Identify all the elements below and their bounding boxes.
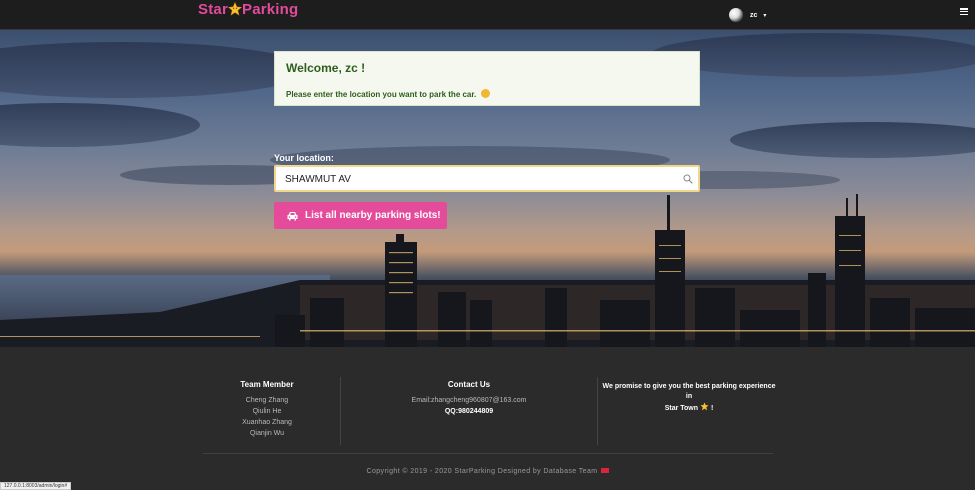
smiley-icon [480, 89, 490, 98]
team-member-heading: Team Member [240, 380, 294, 389]
list-parking-slots-label: List all nearby parking slots! [305, 210, 441, 221]
promise-end: ! [710, 405, 714, 412]
promise-line1: We promise to give you the best parking … [602, 383, 776, 400]
brand-star-text: Star [198, 1, 228, 18]
team-member-name: Qiulin He [252, 408, 282, 415]
hamburger-icon[interactable] [960, 8, 968, 16]
star-icon [700, 402, 709, 411]
welcome-message-text: Please enter the location you want to pa… [286, 90, 477, 99]
footer-divider [597, 377, 598, 445]
browser-status-url: 127.0.0.1:8003/admin/login# [0, 482, 72, 490]
location-label: Your location: [274, 153, 334, 163]
promise-line2: Star Town [664, 405, 699, 412]
username-label[interactable]: zc [750, 12, 757, 19]
list-parking-slots-button[interactable]: List all nearby parking slots! [274, 202, 447, 229]
welcome-message: Please enter the location you want to pa… [286, 89, 490, 99]
brand-logo[interactable]: Star Parking [198, 1, 298, 19]
promise-text: We promise to give you the best parking … [602, 382, 776, 414]
location-search-box[interactable] [274, 165, 700, 192]
footer-divider [340, 377, 341, 445]
top-navbar: Star Parking zc ▾ [0, 0, 975, 30]
welcome-card: Welcome, zc ! Please enter the location … [274, 51, 700, 106]
copyright-text: Copyright © 2019 - 2020 StarParking Desi… [0, 468, 975, 475]
team-member-name: Qianjin Wu [249, 430, 285, 437]
team-member-name: Xuanhao Zhang [242, 419, 292, 426]
footer-rule [203, 453, 773, 454]
user-dropdown[interactable]: zc ▾ [729, 8, 766, 22]
contact-email: Email:zhangcheng960807@163.com [411, 397, 527, 404]
footer: Team Member Cheng Zhang Qiulin He Xuanha… [0, 347, 975, 490]
team-member-name: Cheng Zhang [245, 397, 289, 404]
welcome-title: Welcome, zc ! [286, 61, 366, 75]
location-input[interactable] [285, 172, 665, 187]
chevron-down-icon[interactable]: ▾ [763, 12, 766, 19]
contact-qq: QQ:980244809 [444, 408, 494, 415]
search-icon[interactable] [683, 174, 693, 184]
brand-parking-text: Parking [241, 1, 299, 18]
contact-us-heading: Contact Us [447, 380, 491, 389]
copyright-label: Copyright © 2019 - 2020 StarParking Desi… [366, 468, 598, 475]
car-icon [287, 211, 298, 220]
avatar[interactable] [729, 8, 743, 22]
flag-icon [600, 468, 609, 473]
star-icon [227, 2, 242, 16]
